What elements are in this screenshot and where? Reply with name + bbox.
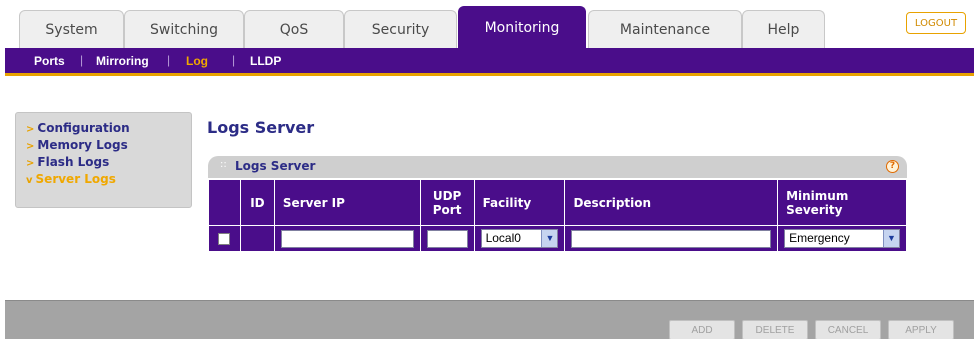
- subnav-separator: |: [232, 53, 236, 67]
- min-severity-select[interactable]: Emergency ▼: [784, 229, 900, 248]
- subnav-separator: |: [167, 53, 171, 67]
- chevron-down-icon[interactable]: ▼: [541, 230, 558, 247]
- side-item-label: Memory Logs: [37, 138, 128, 152]
- facility-select-value: Local0: [485, 231, 521, 245]
- description-input[interactable]: [571, 229, 772, 248]
- table-row: Local0 ▼ Emergency ▼: [208, 225, 907, 252]
- chevron-right-icon: >: [26, 124, 35, 135]
- id-cell: [239, 225, 275, 252]
- add-button[interactable]: ADD: [669, 320, 735, 339]
- subnav-separator: |: [80, 53, 84, 67]
- subnav-lldp[interactable]: LLDP: [250, 54, 281, 68]
- min-severity-select-value: Emergency: [789, 231, 850, 245]
- column-header-server-ip: Server IP: [273, 179, 421, 226]
- delete-button[interactable]: DELETE: [742, 320, 808, 339]
- cancel-button[interactable]: CANCEL: [815, 320, 881, 339]
- side-item-memory-logs[interactable]: > Memory Logs: [16, 138, 191, 155]
- chevron-down-icon: v: [26, 175, 33, 186]
- udp-port-input[interactable]: [426, 229, 468, 248]
- description-cell: [564, 225, 779, 252]
- facility-cell: Local0 ▼: [473, 225, 566, 252]
- table-header-row: ID Server IP UDP Port Facility Descripti…: [208, 179, 907, 226]
- tab-help[interactable]: Help: [742, 10, 825, 48]
- tab-qos[interactable]: QoS: [244, 10, 344, 48]
- row-select-checkbox[interactable]: [218, 232, 231, 245]
- logs-server-table: ID Server IP UDP Port Facility Descripti…: [208, 179, 907, 252]
- panel-header: :: Logs Server ?: [208, 156, 907, 178]
- chevron-right-icon: >: [26, 141, 35, 152]
- select-column-header: [208, 179, 241, 226]
- main-tab-bar: System Switching QoS Security Monitoring…: [0, 0, 974, 48]
- logout-button[interactable]: LOGOUT: [906, 12, 966, 34]
- server-ip-cell: [273, 225, 421, 252]
- min-severity-cell: Emergency ▼: [777, 225, 907, 252]
- subnav-mirroring[interactable]: Mirroring: [96, 54, 149, 68]
- page-title: Logs Server: [207, 118, 315, 137]
- side-item-label: Server Logs: [35, 172, 116, 186]
- side-item-label: Configuration: [37, 121, 130, 135]
- column-header-description: Description: [564, 179, 779, 226]
- tab-monitoring[interactable]: Monitoring: [458, 6, 586, 48]
- footer-bar: ADD DELETE CANCEL APPLY: [5, 300, 974, 339]
- subnav-ports[interactable]: Ports: [34, 54, 65, 68]
- column-header-facility: Facility: [473, 179, 566, 226]
- apply-button[interactable]: APPLY: [888, 320, 954, 339]
- tab-switching[interactable]: Switching: [124, 10, 244, 48]
- chevron-down-icon[interactable]: ▼: [883, 230, 899, 247]
- tab-security[interactable]: Security: [344, 10, 457, 48]
- side-item-flash-logs[interactable]: > Flash Logs: [16, 155, 191, 172]
- subnav-log[interactable]: Log: [186, 54, 208, 68]
- sub-nav-bar: Ports | Mirroring | Log | LLDP: [5, 48, 974, 76]
- tab-maintenance[interactable]: Maintenance: [588, 10, 742, 48]
- select-cell: [208, 225, 241, 252]
- grip-icon: ::: [220, 159, 227, 170]
- facility-select[interactable]: Local0 ▼: [480, 229, 559, 248]
- side-item-configuration[interactable]: > Configuration: [16, 121, 191, 138]
- side-item-label: Flash Logs: [37, 155, 110, 169]
- tab-system[interactable]: System: [19, 10, 124, 48]
- column-header-minimum-severity: Minimum Severity: [777, 179, 907, 226]
- chevron-right-icon: >: [26, 158, 35, 169]
- udp-port-cell: [419, 225, 475, 252]
- side-menu: > Configuration > Memory Logs > Flash Logs …: [15, 112, 192, 208]
- panel-title: Logs Server: [235, 159, 316, 173]
- column-header-udp-port: UDP Port: [419, 179, 475, 226]
- column-header-id: ID: [239, 179, 275, 226]
- server-ip-input[interactable]: [280, 229, 414, 248]
- help-icon[interactable]: ?: [886, 160, 899, 173]
- side-item-server-logs[interactable]: v Server Logs: [16, 172, 191, 189]
